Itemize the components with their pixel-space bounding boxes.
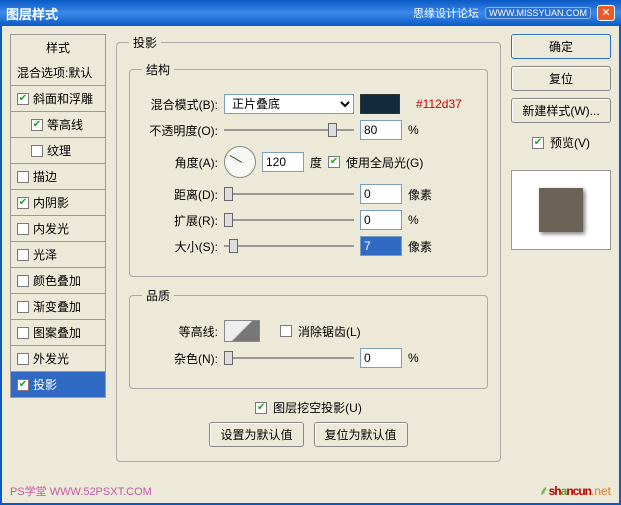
blend-mode-label: 混合模式(B): — [142, 96, 218, 113]
checkbox-icon[interactable] — [17, 197, 29, 209]
watermark-left: PS学堂 WWW.52PSXT.COM — [10, 483, 152, 499]
checkbox-icon[interactable] — [31, 145, 43, 157]
pct-label: % — [408, 213, 419, 227]
distance-slider[interactable] — [224, 186, 354, 202]
contour-picker[interactable] — [224, 320, 260, 342]
blend-mode-select[interactable]: 正片叠底 — [224, 94, 354, 114]
set-default-button[interactable]: 设置为默认值 — [209, 422, 303, 447]
structure-legend: 结构 — [142, 61, 174, 78]
angle-dial[interactable] — [224, 146, 256, 178]
checkbox-icon[interactable] — [17, 327, 29, 339]
antialias-label: 消除锯齿(L) — [298, 323, 361, 340]
reset-default-button[interactable]: 复位为默认值 — [314, 422, 408, 447]
hex-label: #112d37 — [416, 97, 462, 111]
knockout-label: 图层挖空投影(U) — [273, 399, 362, 416]
checkbox-icon[interactable] — [17, 223, 29, 235]
checkbox-icon[interactable] — [17, 353, 29, 365]
watermark-brand: ⸙shancun.net — [539, 478, 611, 501]
close-icon[interactable]: ✕ — [597, 5, 615, 21]
pct-label: % — [408, 351, 419, 365]
checkbox-icon[interactable] — [17, 171, 29, 183]
forum-text: 思缘设计论坛 — [413, 5, 479, 21]
panel-title: 投影 — [129, 34, 161, 51]
distance-input[interactable] — [360, 184, 402, 204]
size-input[interactable] — [360, 236, 402, 256]
style-inner-shadow[interactable]: 内阴影 — [10, 190, 106, 216]
checkbox-icon[interactable] — [17, 301, 29, 313]
ok-button[interactable]: 确定 — [511, 34, 611, 59]
contour-label: 等高线: — [142, 323, 218, 340]
size-slider[interactable] — [224, 238, 354, 254]
color-swatch[interactable] — [360, 94, 400, 114]
style-pattern-overlay[interactable]: 图案叠加 — [10, 320, 106, 346]
spread-label: 扩展(R): — [142, 212, 218, 229]
checkbox-icon[interactable] — [17, 379, 29, 391]
style-list: 样式 混合选项:默认 斜面和浮雕 等高线 纹理 描边 内阴影 内发光 光泽 颜色… — [10, 34, 106, 495]
actions-column: 确定 复位 新建样式(W)... 预览(V) — [511, 34, 611, 495]
settings-panel: 投影 结构 混合模式(B): 正片叠底 #112d37 不透明度(O): % 角… — [116, 34, 501, 495]
window-title: 图层样式 — [6, 4, 58, 23]
style-bevel[interactable]: 斜面和浮雕 — [10, 86, 106, 112]
preview-label: 预览(V) — [550, 134, 590, 151]
pct-label: % — [408, 123, 419, 137]
style-blend-options[interactable]: 混合选项:默认 — [10, 60, 106, 86]
checkbox-icon[interactable] — [532, 137, 544, 149]
style-texture[interactable]: 纹理 — [10, 138, 106, 164]
checkbox-icon[interactable] — [328, 156, 340, 168]
noise-slider[interactable] — [224, 350, 354, 366]
style-stroke[interactable]: 描边 — [10, 164, 106, 190]
noise-label: 杂色(N): — [142, 350, 218, 367]
checkbox-icon[interactable] — [17, 275, 29, 287]
preview-box — [511, 170, 611, 250]
opacity-slider[interactable] — [224, 122, 354, 138]
checkbox-icon[interactable] — [17, 93, 29, 105]
forum-url: WWW.MISSYUAN.COM — [485, 7, 591, 19]
new-style-button[interactable]: 新建样式(W)... — [511, 98, 611, 123]
style-drop-shadow[interactable]: 投影 — [10, 372, 106, 398]
angle-label: 角度(A): — [142, 154, 218, 171]
quality-group: 品质 等高线: 消除锯齿(L) 杂色(N): % — [129, 287, 488, 389]
panel-fieldset: 投影 结构 混合模式(B): 正片叠底 #112d37 不透明度(O): % 角… — [116, 34, 501, 462]
style-color-overlay[interactable]: 颜色叠加 — [10, 268, 106, 294]
px-label: 像素 — [408, 238, 432, 255]
distance-label: 距离(D): — [142, 186, 218, 203]
checkbox-icon[interactable] — [255, 402, 267, 414]
px-label: 像素 — [408, 186, 432, 203]
checkbox-icon[interactable] — [280, 325, 292, 337]
size-label: 大小(S): — [142, 238, 218, 255]
preview-thumbnail — [539, 188, 583, 232]
checkbox-icon[interactable] — [17, 249, 29, 261]
angle-input[interactable] — [262, 152, 304, 172]
angle-unit: 度 — [310, 154, 322, 171]
style-inner-glow[interactable]: 内发光 — [10, 216, 106, 242]
titlebar: 图层样式 思缘设计论坛 WWW.MISSYUAN.COM ✕ — [0, 0, 621, 26]
style-gradient-overlay[interactable]: 渐变叠加 — [10, 294, 106, 320]
opacity-input[interactable] — [360, 120, 402, 140]
style-satin[interactable]: 光泽 — [10, 242, 106, 268]
quality-legend: 品质 — [142, 287, 174, 304]
style-list-header[interactable]: 样式 — [10, 34, 106, 60]
global-light-label: 使用全局光(G) — [346, 154, 423, 171]
cancel-button[interactable]: 复位 — [511, 66, 611, 91]
noise-input[interactable] — [360, 348, 402, 368]
style-contour[interactable]: 等高线 — [10, 112, 106, 138]
spread-input[interactable] — [360, 210, 402, 230]
opacity-label: 不透明度(O): — [142, 122, 218, 139]
checkbox-icon[interactable] — [31, 119, 43, 131]
style-outer-glow[interactable]: 外发光 — [10, 346, 106, 372]
spread-slider[interactable] — [224, 212, 354, 228]
structure-group: 结构 混合模式(B): 正片叠底 #112d37 不透明度(O): % 角度(A… — [129, 61, 488, 277]
dialog-body: 样式 混合选项:默认 斜面和浮雕 等高线 纹理 描边 内阴影 内发光 光泽 颜色… — [0, 26, 621, 505]
